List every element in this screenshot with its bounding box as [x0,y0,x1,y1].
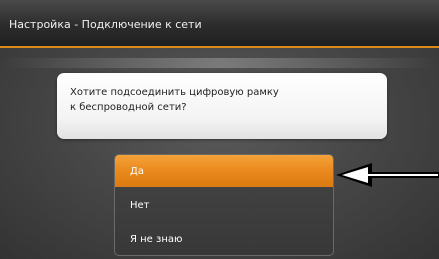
option-dont-know-label: Я не знаю [130,234,183,245]
left-arrow-icon [336,163,439,187]
option-yes-label: Да [130,166,144,177]
question-line-1: Хотите подсоединить цифровую рамку [70,87,279,98]
option-yes[interactable]: Да [115,155,333,187]
question-text: Хотите подсоединить цифровую рамку к бес… [70,85,370,115]
page-title: Настройка - Подключение к сети [9,18,202,31]
question-line-2: к беспроводной сети? [70,102,187,113]
option-dont-know[interactable]: Я не знаю [115,223,333,255]
option-no[interactable]: Нет [115,189,333,221]
option-no-label: Нет [130,200,150,211]
header-glow [0,58,439,68]
title-bar: Настройка - Подключение к сети [0,0,439,48]
question-dialog: Хотите подсоединить цифровую рамку к бес… [57,73,387,139]
options-menu: Да Нет Я не знаю [114,154,334,256]
